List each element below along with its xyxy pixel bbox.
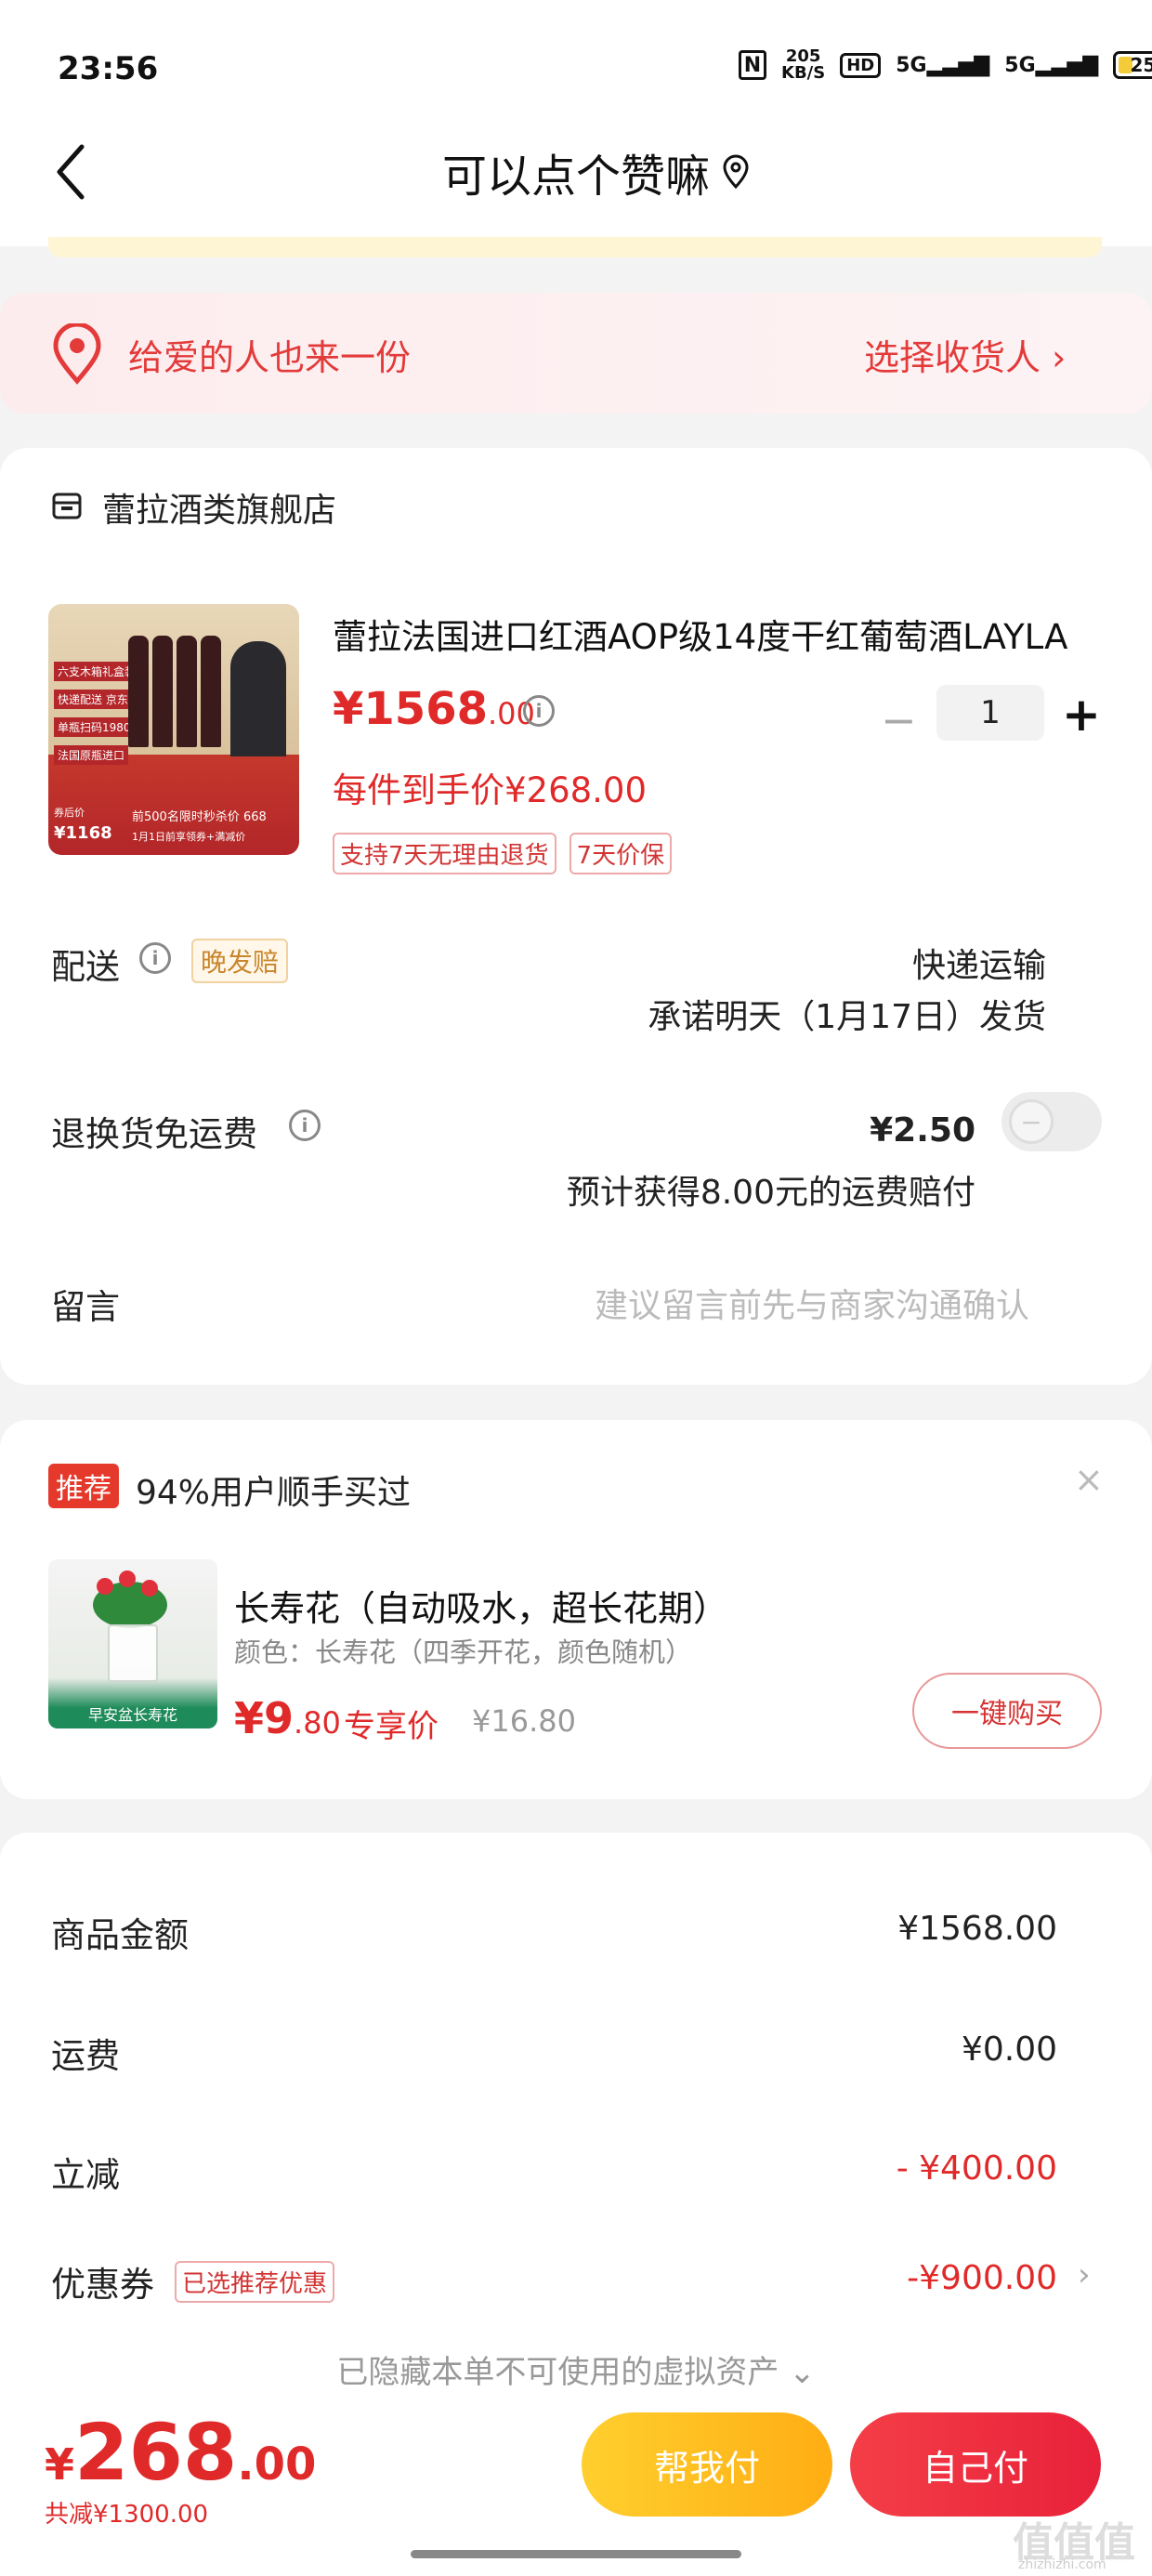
product-title[interactable]: 蕾拉法国进口红酒AOP级14度干红葡萄酒LAYLA: [333, 609, 1104, 659]
coupon-label: 优惠券: [51, 2265, 154, 2305]
watermark-site: zhizhizhi.com: [1018, 2557, 1106, 2572]
network-speed: 205 KB/S: [781, 46, 826, 83]
recommend-product-name[interactable]: 长寿花（自动吸水，超长花期）: [234, 1580, 728, 1631]
return-fee-note: 预计获得8.00元的运费赔付: [566, 1174, 975, 1212]
address-strip: [48, 237, 1102, 257]
status-time: 23:56: [58, 50, 159, 87]
flower-image[interactable]: 早安盆长寿花: [48, 1559, 217, 1728]
pay-myself-button[interactable]: 自己付: [850, 2412, 1101, 2517]
total-saved: 共减¥1300.00: [45, 2501, 209, 2529]
return-fee-label: 退换货免运费: [51, 1114, 257, 1154]
tag-price-protect: 7天价保: [569, 833, 673, 874]
return-fee-toggle[interactable]: −: [1001, 1092, 1102, 1151]
message-input[interactable]: 建议留言前先与商家沟通确认: [595, 1279, 1029, 1327]
battery-icon: 25: [1113, 51, 1152, 79]
order-card: [0, 448, 1152, 1385]
select-recipient-link[interactable]: 选择收货人 ›: [864, 329, 1066, 380]
location-pin-icon[interactable]: [720, 153, 752, 191]
shop-icon: [52, 493, 82, 519]
return-fee-info-icon[interactable]: i: [289, 1110, 321, 1141]
goods-amount-value: ¥1568.00: [897, 1910, 1057, 1948]
shipping-label: 运费: [51, 2036, 120, 2076]
original-price: ¥16.80: [472, 1703, 576, 1739]
instant-discount-label: 立减: [51, 2155, 120, 2195]
shipping-value: ¥0.00: [961, 2031, 1057, 2069]
nfc-icon: N: [739, 50, 766, 80]
recommend-product-spec: 颜色：长寿花（四季开花，颜色随机）: [234, 1636, 693, 1668]
coupon-value[interactable]: -¥900.00: [779, 2259, 1057, 2297]
exclusive-price-label: 专享价: [344, 1708, 439, 1745]
help-me-pay-button[interactable]: 帮我付: [582, 2412, 832, 2517]
status-icons: N 205 KB/S HD 5G▂▃▅▇ 5G▂▃▅▇ 25: [739, 48, 1152, 82]
coupon-tag: 已选推荐优惠: [175, 2261, 335, 2303]
price-info-icon[interactable]: i: [523, 695, 555, 727]
coupon-chevron-icon[interactable]: ›: [1078, 2256, 1091, 2293]
total-price: ¥268.00: [45, 2407, 317, 2498]
quantity-minus-button[interactable]: −: [881, 695, 917, 745]
signal-icon-2: 5G▂▃▅▇: [1004, 53, 1099, 77]
delivery-info-icon[interactable]: i: [139, 942, 171, 974]
recommend-price: ¥9.80: [234, 1693, 341, 1743]
close-icon[interactable]: ×: [1074, 1459, 1104, 1500]
message-label: 留言: [51, 1287, 120, 1327]
gift-location-icon: [53, 323, 101, 385]
recommend-text: 94%用户顺手买过: [136, 1474, 412, 1512]
delivery-method[interactable]: 快递运输: [650, 939, 1046, 987]
product-image[interactable]: 六支木箱礼盒装 快递配送 京东 单瓶扫码1980 法国原瓶进口 券后价 ¥116…: [48, 604, 299, 855]
gift-text: 给爱的人也来一份: [128, 337, 412, 378]
toggle-knob: −: [1009, 1099, 1054, 1144]
one-click-buy-button[interactable]: 一键购买: [912, 1673, 1102, 1749]
service-tags: 支持7天无理由退货 7天价保: [333, 833, 673, 874]
delivery-label: 配送: [51, 947, 120, 987]
delivery-promise: 承诺明天（1月17日）发货: [648, 998, 1046, 1036]
quantity-input[interactable]: 1: [936, 685, 1044, 741]
recommend-badge: 推荐: [48, 1464, 119, 1508]
quantity-plus-button[interactable]: +: [1062, 688, 1101, 742]
return-fee-price: ¥2.50: [870, 1111, 975, 1150]
late-compensation-tag: 晚发赔: [191, 939, 289, 983]
instant-discount-value: - ¥400.00: [896, 2149, 1057, 2188]
shop-name[interactable]: 蕾拉酒类旗舰店: [102, 483, 336, 532]
page-title: 可以点个赞嘛: [441, 151, 710, 203]
signal-icon-1: 5G▂▃▅▇: [896, 53, 990, 77]
hand-price: 每件到手价¥268.00: [333, 770, 648, 810]
hidden-assets-note[interactable]: 已隐藏本单不可使用的虚拟资产 ⌄: [0, 2346, 1152, 2392]
product-price: ¥1568.00: [333, 683, 535, 735]
goods-amount-label: 商品金额: [51, 1915, 189, 1955]
tag-no-reason-return: 支持7天无理由退货: [333, 833, 556, 874]
hd-icon: HD: [840, 52, 882, 78]
home-indicator: [411, 2550, 741, 2558]
